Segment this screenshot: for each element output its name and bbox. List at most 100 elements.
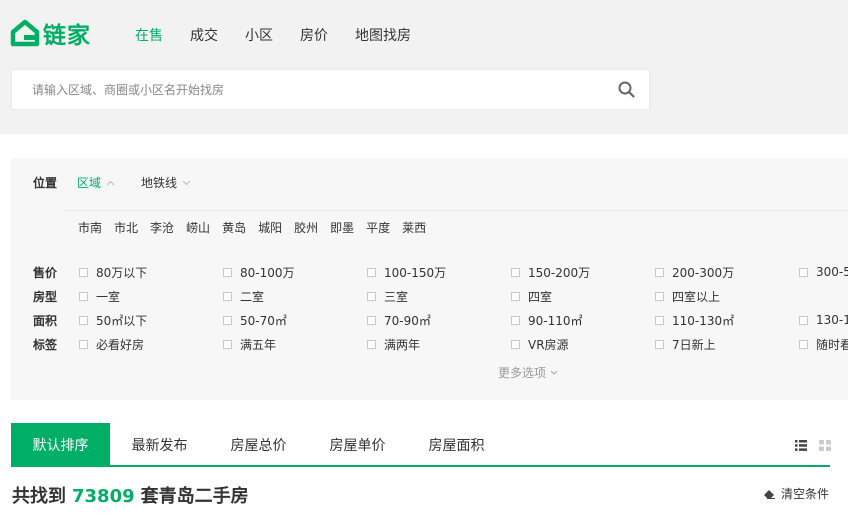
grid-view-icon[interactable]	[819, 440, 831, 451]
filter-option[interactable]: 7日新上	[655, 336, 716, 353]
filter-option[interactable]: 90-110㎡	[511, 312, 583, 329]
nav-item-on-sale[interactable]: 在售	[135, 25, 163, 45]
district-list: 市南 市北 李沧 崂山 黄岛 城阳 胶州 即墨 平度 莱西	[78, 219, 438, 236]
option-label: 7日新上	[672, 337, 716, 352]
tag-label: 标签	[33, 337, 58, 352]
option-label: 满五年	[240, 337, 277, 352]
checkbox[interactable]	[223, 315, 232, 325]
district-item[interactable]: 莱西	[402, 219, 426, 236]
filter-divider	[63, 210, 848, 211]
list-view-icon[interactable]	[795, 440, 807, 451]
checkbox[interactable]	[79, 291, 88, 301]
tab-latest[interactable]: 最新发布	[110, 423, 209, 465]
filter-option[interactable]: 必看好房	[79, 336, 144, 353]
checkbox[interactable]	[79, 315, 88, 325]
filter-option[interactable]: 50㎡以下	[79, 312, 147, 329]
checkbox[interactable]	[655, 315, 664, 325]
option-label: 一室	[96, 289, 121, 304]
filter-option[interactable]: 三室	[367, 288, 408, 305]
option-label: VR房源	[528, 337, 569, 352]
checkbox[interactable]	[511, 291, 520, 301]
filter-option[interactable]: 80-100万	[223, 264, 295, 281]
option-label: 必看好房	[96, 337, 145, 352]
checkbox[interactable]	[655, 339, 664, 349]
tab-district-label: 区域	[77, 176, 102, 190]
district-item[interactable]: 胶州	[294, 219, 318, 236]
home-outline-icon	[10, 19, 40, 47]
checkbox[interactable]	[511, 267, 520, 277]
clear-filters-button[interactable]: 清空条件	[763, 485, 829, 502]
district-item[interactable]: 李沧	[150, 219, 174, 236]
search-box	[11, 69, 650, 110]
filter-option[interactable]: 满两年	[367, 336, 420, 353]
filter-option[interactable]: 130-1	[799, 313, 848, 327]
district-item[interactable]: 市北	[114, 219, 138, 236]
checkbox[interactable]	[223, 339, 232, 349]
checkbox[interactable]	[799, 267, 808, 277]
district-item[interactable]: 即墨	[330, 219, 354, 236]
filter-option[interactable]: 150-200万	[511, 264, 590, 281]
filter-option[interactable]: 一室	[79, 288, 120, 305]
filter-option[interactable]: 随时看	[799, 336, 848, 353]
checkbox[interactable]	[223, 291, 232, 301]
search-input[interactable]	[12, 70, 592, 109]
district-item[interactable]: 黄岛	[222, 219, 246, 236]
checkbox[interactable]	[511, 315, 520, 325]
filter-option[interactable]: 110-130㎡	[655, 312, 734, 329]
tab-area[interactable]: 房屋面积	[407, 423, 506, 465]
checkbox[interactable]	[367, 339, 376, 349]
chevron-down-icon	[182, 180, 191, 185]
checkbox[interactable]	[799, 315, 808, 325]
tab-subway[interactable]: 地铁线	[141, 174, 191, 191]
district-item[interactable]: 城阳	[258, 219, 282, 236]
checkbox[interactable]	[367, 291, 376, 301]
filter-option[interactable]: 300-5	[799, 265, 848, 279]
option-label: 70-90㎡	[384, 313, 431, 328]
nav-item-sold[interactable]: 成交	[190, 25, 218, 45]
filter-option[interactable]: 二室	[223, 288, 264, 305]
checkbox[interactable]	[655, 291, 664, 301]
tab-default-sort[interactable]: 默认排序	[11, 423, 110, 465]
area-filter-row: 面积 50㎡以下 50-70㎡ 70-90㎡ 90-110㎡ 110-130㎡ …	[33, 312, 848, 328]
filter-option[interactable]: 满五年	[223, 336, 276, 353]
search-icon[interactable]	[617, 80, 637, 100]
checkbox[interactable]	[655, 267, 664, 277]
filter-option[interactable]: VR房源	[511, 336, 569, 353]
option-label: 90-110㎡	[528, 313, 583, 328]
eraser-icon	[764, 489, 775, 499]
filter-option[interactable]: 80万以下	[79, 264, 147, 281]
filter-option[interactable]: 50-70㎡	[223, 312, 287, 329]
tab-district[interactable]: 区域	[77, 174, 115, 191]
tab-subway-label: 地铁线	[141, 176, 178, 190]
tab-total-price[interactable]: 房屋总价	[209, 423, 308, 465]
logo[interactable]: 链家	[10, 18, 91, 49]
option-label: 110-130㎡	[672, 313, 735, 328]
filter-option[interactable]: 四室	[511, 288, 552, 305]
result-summary: 共找到 73809 套青岛二手房	[12, 482, 249, 508]
option-label: 随时看	[816, 337, 848, 352]
nav-item-price[interactable]: 房价	[300, 25, 328, 45]
checkbox[interactable]	[367, 315, 376, 325]
checkbox[interactable]	[223, 267, 232, 277]
tab-unit-price[interactable]: 房屋单价	[308, 423, 407, 465]
checkbox[interactable]	[79, 267, 88, 277]
checkbox[interactable]	[79, 339, 88, 349]
checkbox[interactable]	[511, 339, 520, 349]
filter-option[interactable]: 100-150万	[367, 264, 446, 281]
option-label: 80万以下	[96, 265, 148, 280]
nav-item-map-search[interactable]: 地图找房	[355, 25, 411, 45]
position-row: 位置 区域 地铁线	[33, 174, 191, 191]
price-filter-row: 售价 80万以下 80-100万 100-150万 150-200万 200-3…	[33, 264, 848, 280]
chevron-up-icon	[106, 180, 115, 185]
district-item[interactable]: 市南	[78, 219, 102, 236]
district-item[interactable]: 平度	[366, 219, 390, 236]
more-options-button[interactable]: 更多选项	[498, 364, 558, 381]
filter-option[interactable]: 200-300万	[655, 264, 734, 281]
filter-option[interactable]: 四室以上	[655, 288, 720, 305]
district-item[interactable]: 崂山	[186, 219, 210, 236]
nav-item-community[interactable]: 小区	[245, 25, 273, 45]
filter-option[interactable]: 70-90㎡	[367, 312, 431, 329]
option-label: 50-70㎡	[240, 313, 287, 328]
checkbox[interactable]	[367, 267, 376, 277]
checkbox[interactable]	[799, 339, 808, 349]
